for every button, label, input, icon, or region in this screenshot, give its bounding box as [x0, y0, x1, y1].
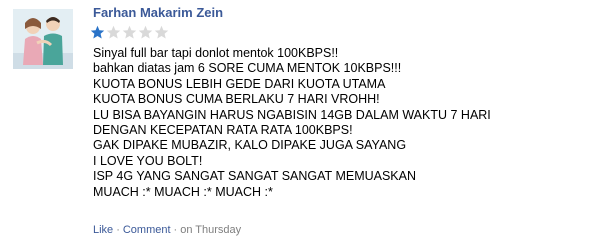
comment-line: KUOTA BONUS CUMA BERLAKU 7 HARI VROHH!	[93, 92, 380, 107]
star-empty-icon	[154, 25, 169, 40]
comment-line: Sinyal full bar tapi donlot mentok 100KB…	[93, 46, 339, 60]
separator: ·	[173, 224, 178, 236]
comment-line: GAK DIPAKE MUBAZIR, KALO DIPAKE JUGA SAY…	[93, 138, 407, 153]
timestamp: on Thursday	[180, 224, 242, 236]
comment-line: MUACH :* MUACH :* MUACH :*	[93, 184, 273, 199]
avatar[interactable]	[13, 9, 73, 69]
review-card: Farhan Makarim Zein Sinyal full bar tapi…	[0, 0, 590, 247]
comment-line: ISP 4G YANG SANGAT SANGAT SANGAT MEMUASK…	[93, 169, 417, 184]
like-link[interactable]: Like	[93, 224, 113, 236]
star-filled-icon	[90, 25, 105, 40]
separator: ·	[116, 224, 120, 236]
comment-footer: Like · Comment · on Thursday	[93, 224, 241, 236]
star-empty-icon	[122, 25, 137, 40]
comment-line: bahkan diatas jam 6 SORE CUMA MENTOK 10K…	[93, 61, 402, 76]
comment-body: Sinyal full bar tapi donlot mentok 100KB…	[93, 46, 583, 200]
comment-line: I LOVE YOU BOLT!	[93, 153, 203, 168]
author-name-link[interactable]: Farhan Makarim Zein	[93, 5, 223, 20]
comment-link[interactable]: Comment	[123, 224, 171, 236]
star-empty-icon	[106, 25, 121, 40]
star-rating	[90, 25, 170, 42]
comment-line: KUOTA BONUS LEBIH GEDE DARI KUOTA UTAMA	[93, 76, 386, 91]
avatar-image	[13, 9, 73, 69]
comment-line: LU BISA BAYANGIN HARUS NGABISIN 14GB DAL…	[93, 107, 491, 122]
star-empty-icon	[138, 25, 153, 40]
comment-line: DENGAN KECEPATAN RATA RATA 100KBPS!	[93, 123, 353, 138]
